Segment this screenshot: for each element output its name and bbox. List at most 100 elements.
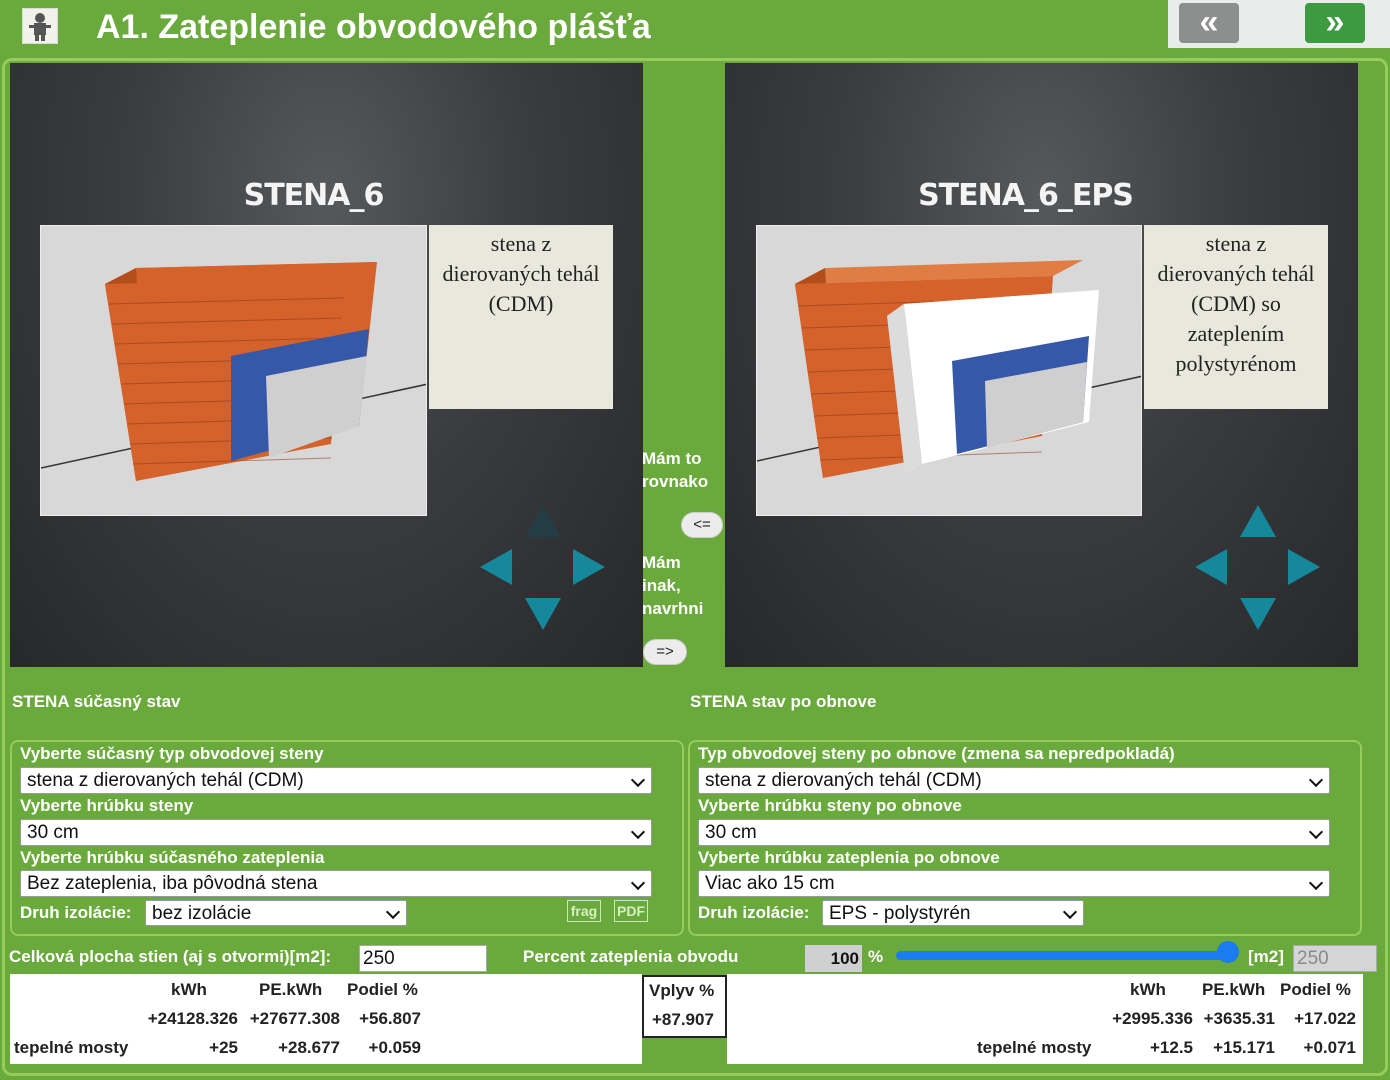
current-wall-description: stena z dierovaných tehál (CDM) xyxy=(429,225,613,409)
other-text-line-3: navrhni xyxy=(642,599,704,618)
current-bridges-kwh: +25 xyxy=(209,1038,238,1057)
renovated-desc-line-3: (CDM) so xyxy=(1191,291,1281,316)
current-insulation-thickness-select[interactable]: Bez zateplenia, iba pôvodná stena xyxy=(20,870,652,897)
pdf-button[interactable]: PDF xyxy=(614,900,648,922)
impact-label: Vplyv % xyxy=(649,981,715,1000)
renovated-bridges-kwh: +12.5 xyxy=(1149,1038,1193,1057)
current-insulation-thickness-label: Vyberte hrúbku súčasného zateplenia xyxy=(20,848,325,867)
renovated-insulation-type-select[interactable]: EPS - polystyrén xyxy=(822,900,1084,926)
frag-button[interactable]: frag xyxy=(567,900,601,922)
renovated-insulation-thickness-label: Vyberte hrúbku zateplenia po obnove xyxy=(698,848,1000,867)
current-section-title: STENA súčasný stav xyxy=(12,692,181,711)
renovated-right-arrow-icon[interactable] xyxy=(1288,549,1320,585)
chevron-down-icon xyxy=(630,824,646,840)
current-thickness-value: 30 cm xyxy=(27,822,79,843)
renovated-bridges-share: +0.071 xyxy=(1303,1038,1356,1057)
current-header-share: Podiel % xyxy=(347,980,418,999)
forward-button[interactable]: » xyxy=(1305,3,1365,43)
current-bridges-label: tepelné mosty xyxy=(14,1038,129,1057)
renovated-desc-line-1: stena z xyxy=(1205,231,1267,256)
current-type-label: Vyberte súčasný typ obvodovej steny xyxy=(20,744,324,763)
renovated-desc-line-5: polystyrénom xyxy=(1175,351,1297,376)
other-text: Mám inak, navrhni xyxy=(642,551,703,620)
renovated-bridges-label: tepelné mosty xyxy=(977,1038,1092,1057)
renovated-insulation-type-label: Druh izolácie: xyxy=(698,903,810,922)
renovated-thickness-label: Vyberte hrúbku steny po obnove xyxy=(698,796,962,815)
current-type-select[interactable]: stena z dierovaných tehál (CDM) xyxy=(20,767,652,794)
renovated-thickness-select[interactable]: 30 cm xyxy=(698,819,1330,846)
current-pe-kwh: +27677.308 xyxy=(249,1009,340,1028)
current-insulation-thickness-value: Bez zateplenia, iba pôvodná stena xyxy=(27,873,318,894)
same-text-line-1: Mám to xyxy=(642,449,702,468)
renovated-wall-panel: STENA_6_EPS stena z dierovaných tehál (C… xyxy=(725,63,1358,667)
other-text-line-2: inak, xyxy=(642,576,681,595)
current-thickness-label: Vyberte hrúbku steny xyxy=(20,796,194,815)
current-down-arrow-icon[interactable] xyxy=(525,598,561,630)
renovated-header-kwh: kWh xyxy=(1130,980,1166,999)
renovated-desc-line-4: zateplením xyxy=(1187,321,1285,346)
current-desc-line-2: dierovaných tehál xyxy=(442,261,600,286)
percent-label: Percent zateplenia obvodu xyxy=(523,947,739,966)
current-type-value: stena z dierovaných tehál (CDM) xyxy=(27,770,304,791)
chevron-down-icon xyxy=(1308,772,1324,788)
renovated-insulation-thickness-select[interactable]: Viac ako 15 cm xyxy=(698,870,1330,897)
renovated-type-select[interactable]: stena z dierovaných tehál (CDM) xyxy=(698,767,1330,794)
renovated-kwh: +2995.336 xyxy=(1112,1009,1193,1028)
copy-to-current-button[interactable]: <= xyxy=(681,512,723,538)
renovated-insulation-type-value: EPS - polystyrén xyxy=(829,903,971,924)
renovated-left-arrow-icon[interactable] xyxy=(1195,549,1227,585)
total-area-input[interactable]: 250 xyxy=(359,945,487,972)
impact-box: Vplyv % +87.907 xyxy=(642,975,727,1038)
current-header-kwh: kWh xyxy=(171,980,207,999)
current-insulation-type-select[interactable]: bez izolácie xyxy=(145,900,407,926)
other-text-line-1: Mám xyxy=(642,553,681,572)
suggest-renovation-button[interactable]: => xyxy=(643,639,687,665)
chevron-down-icon xyxy=(630,875,646,891)
current-share: +56.807 xyxy=(359,1009,421,1028)
renovated-results-table: kWh PE.kWh Podiel % +2995.336 +3635.31 +… xyxy=(727,974,1363,1064)
chevron-down-icon xyxy=(1308,824,1324,840)
current-wall-panel: STENA_6 stena z dierovaných tehál (CDM) xyxy=(10,63,643,667)
current-up-arrow-icon[interactable] xyxy=(525,505,561,537)
renovated-wall-image xyxy=(756,225,1142,516)
current-desc-line-3: (CDM) xyxy=(488,291,554,316)
renovated-type-value: stena z dierovaných tehál (CDM) xyxy=(705,770,982,791)
renovated-wall-description: stena z dierovaných tehál (CDM) so zatep… xyxy=(1144,225,1328,409)
chevron-down-icon xyxy=(1062,904,1078,920)
chevron-down-icon xyxy=(385,904,401,920)
current-right-arrow-icon[interactable] xyxy=(573,549,605,585)
renovated-desc-line-2: dierovaných tehál xyxy=(1157,261,1315,286)
percent-slider-track[interactable] xyxy=(896,951,1236,960)
renovated-wall-name: STENA_6_EPS xyxy=(918,178,1134,213)
m2-input[interactable]: 250 xyxy=(1293,945,1377,972)
renovated-insulation-thickness-value: Viac ako 15 cm xyxy=(705,873,835,894)
app-logo-icon xyxy=(22,8,58,44)
header-bar: A1. Zateplenie obvodového plášťa « » xyxy=(0,0,1390,60)
renovated-header-share: Podiel % xyxy=(1280,980,1351,999)
current-bridges-pe: +28.677 xyxy=(278,1038,340,1057)
current-thickness-select[interactable]: 30 cm xyxy=(20,819,652,846)
back-button[interactable]: « xyxy=(1179,3,1239,43)
current-wall-name: STENA_6 xyxy=(243,178,385,213)
same-text-line-2: rovnako xyxy=(642,472,709,491)
renovated-down-arrow-icon[interactable] xyxy=(1240,598,1276,630)
chevron-down-icon xyxy=(1308,875,1324,891)
percent-unit: % xyxy=(868,947,884,966)
current-bridges-share: +0.059 xyxy=(368,1038,421,1057)
renovated-share: +17.022 xyxy=(1294,1009,1356,1028)
renovated-pe-kwh: +3635.31 xyxy=(1203,1009,1275,1028)
same-text: Mám to rovnako xyxy=(642,447,708,493)
percent-value: 100 xyxy=(805,945,862,972)
percent-slider-thumb[interactable] xyxy=(1217,941,1239,963)
page-title: A1. Zateplenie obvodového plášťa xyxy=(96,8,651,46)
current-left-arrow-icon[interactable] xyxy=(480,549,512,585)
chevron-down-icon xyxy=(630,772,646,788)
current-insulation-type-value: bez izolácie xyxy=(152,903,252,924)
impact-value: +87.907 xyxy=(652,1010,714,1029)
renovated-bridges-pe: +15.171 xyxy=(1213,1038,1275,1057)
renovated-thickness-value: 30 cm xyxy=(705,822,757,843)
renovated-up-arrow-icon[interactable] xyxy=(1240,505,1276,537)
current-wall-image xyxy=(40,225,427,516)
current-kwh: +24128.326 xyxy=(147,1009,238,1028)
current-insulation-type-label: Druh izolácie: xyxy=(20,903,132,922)
